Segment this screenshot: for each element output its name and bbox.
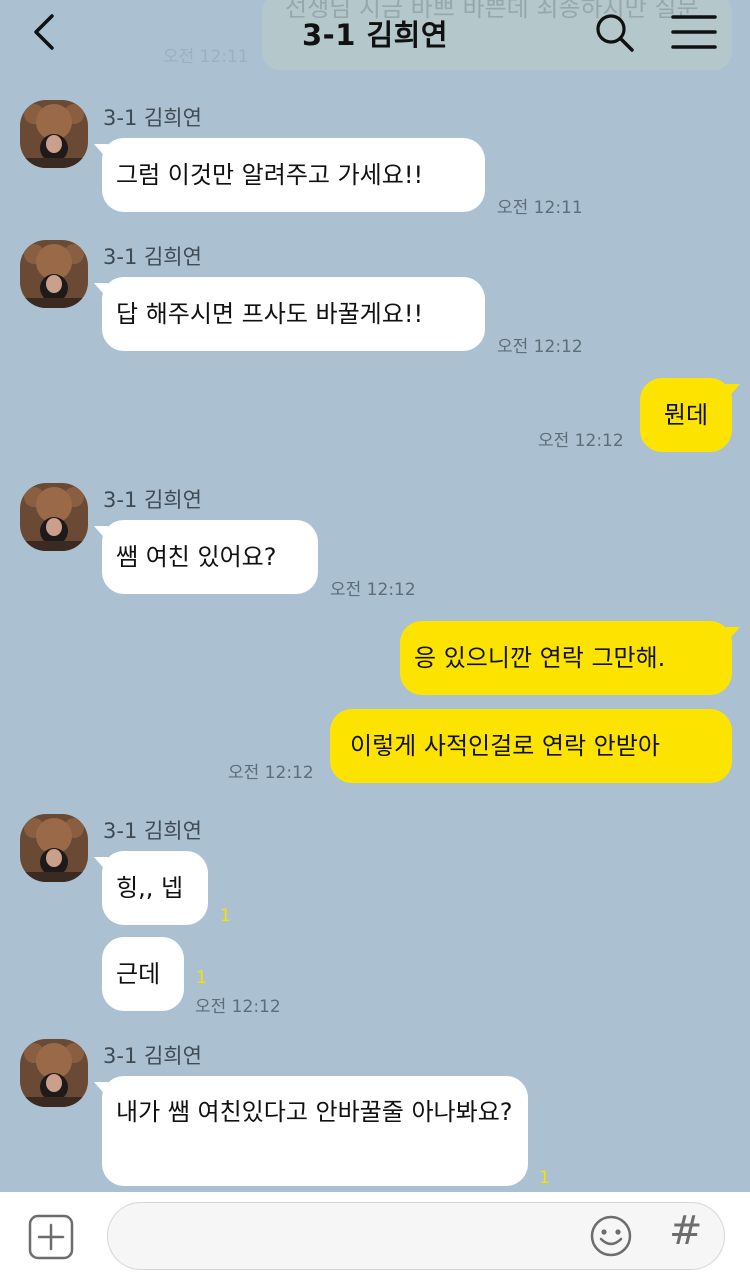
message-text: 근데 (116, 960, 161, 988)
message-input-bar: # (0, 1192, 750, 1280)
message-text: 내가 쌤 여친있다고 안바꿀줄 아나봐요? (116, 1098, 513, 1126)
message-time: 오전 12:12 (330, 580, 416, 600)
message-text: 이렇게 사적인걸로 연락 안받아 (350, 732, 660, 760)
smiley-icon[interactable] (589, 1214, 633, 1258)
message-bubble[interactable]: 근데 (102, 937, 184, 1011)
message-time: 오전 12:12 (497, 337, 583, 357)
message-text: 답 해주시면 프사도 바꿀게요!! (116, 300, 424, 328)
unread-count: 1 (539, 1168, 550, 1188)
unread-count: 1 (196, 968, 207, 988)
sender-name: 3-1 김희연 (103, 488, 202, 512)
message-text: 뭔데 (663, 401, 709, 429)
message-time: 오전 12:11 (497, 198, 583, 218)
message-bubble[interactable]: 쌤 여친 있어요? (94, 520, 318, 594)
message-bubble-outgoing[interactable]: 이렇게 사적인걸로 연락 안받아 (330, 709, 732, 783)
sender-name: 3-1 김희연 (103, 245, 202, 269)
message-input[interactable]: # (107, 1202, 725, 1270)
unread-count: 1 (220, 906, 231, 926)
sender-avatar[interactable] (20, 1039, 88, 1107)
message-bubble[interactable]: 힝,, 넵 (94, 851, 208, 925)
sender-avatar[interactable] (20, 483, 88, 551)
search-icon[interactable] (592, 10, 636, 54)
bubble-tail (726, 384, 740, 400)
message-text: 힝,, 넵 (116, 874, 184, 902)
message-time: 오전 12:12 (538, 431, 624, 451)
bubble-tail (726, 627, 740, 643)
message-time: 오전 12:12 (228, 763, 314, 783)
message-text: 그럼 이것만 알려주고 가세요!! (116, 161, 424, 189)
sender-avatar[interactable] (20, 814, 88, 882)
message-text: 쌤 여친 있어요? (116, 543, 277, 571)
chat-title: 3-1 김희연 (301, 18, 449, 52)
bubble-tail (94, 857, 108, 873)
sender-avatar[interactable] (20, 240, 88, 308)
message-bubble[interactable]: 답 해주시면 프사도 바꿀게요!! (94, 277, 485, 351)
message-bubble-outgoing[interactable]: 응 있으니깐 연락 그만해. (400, 621, 740, 695)
message-bubble-outgoing[interactable]: 뭔데 (640, 378, 740, 452)
message-text: 응 있으니깐 연락 그만해. (414, 644, 666, 672)
sender-name: 3-1 김희연 (103, 106, 202, 130)
bubble-tail (94, 526, 108, 542)
bubble-tail (94, 144, 108, 160)
hamburger-menu-icon[interactable] (670, 12, 718, 52)
bubble-tail (94, 283, 108, 299)
hashtag-icon[interactable]: # (669, 1207, 703, 1255)
message-bubble[interactable]: 내가 쌤 여친있다고 안바꿀줄 아나봐요? (94, 1076, 528, 1186)
sender-name: 3-1 김희연 (103, 1044, 202, 1068)
plus-square-icon[interactable] (28, 1214, 74, 1260)
message-bubble[interactable]: 그럼 이것만 알려주고 가세요!! (94, 138, 485, 212)
sender-name: 3-1 김희연 (103, 819, 202, 843)
chat-header: 선생님 지금 바쁘 바쁜데 죄송하지만 질문 오전 12:11 3-1 김희연 (0, 0, 750, 70)
sender-avatar[interactable] (20, 100, 88, 168)
message-time: 오전 12:12 (195, 997, 281, 1017)
bubble-tail (94, 1082, 108, 1098)
